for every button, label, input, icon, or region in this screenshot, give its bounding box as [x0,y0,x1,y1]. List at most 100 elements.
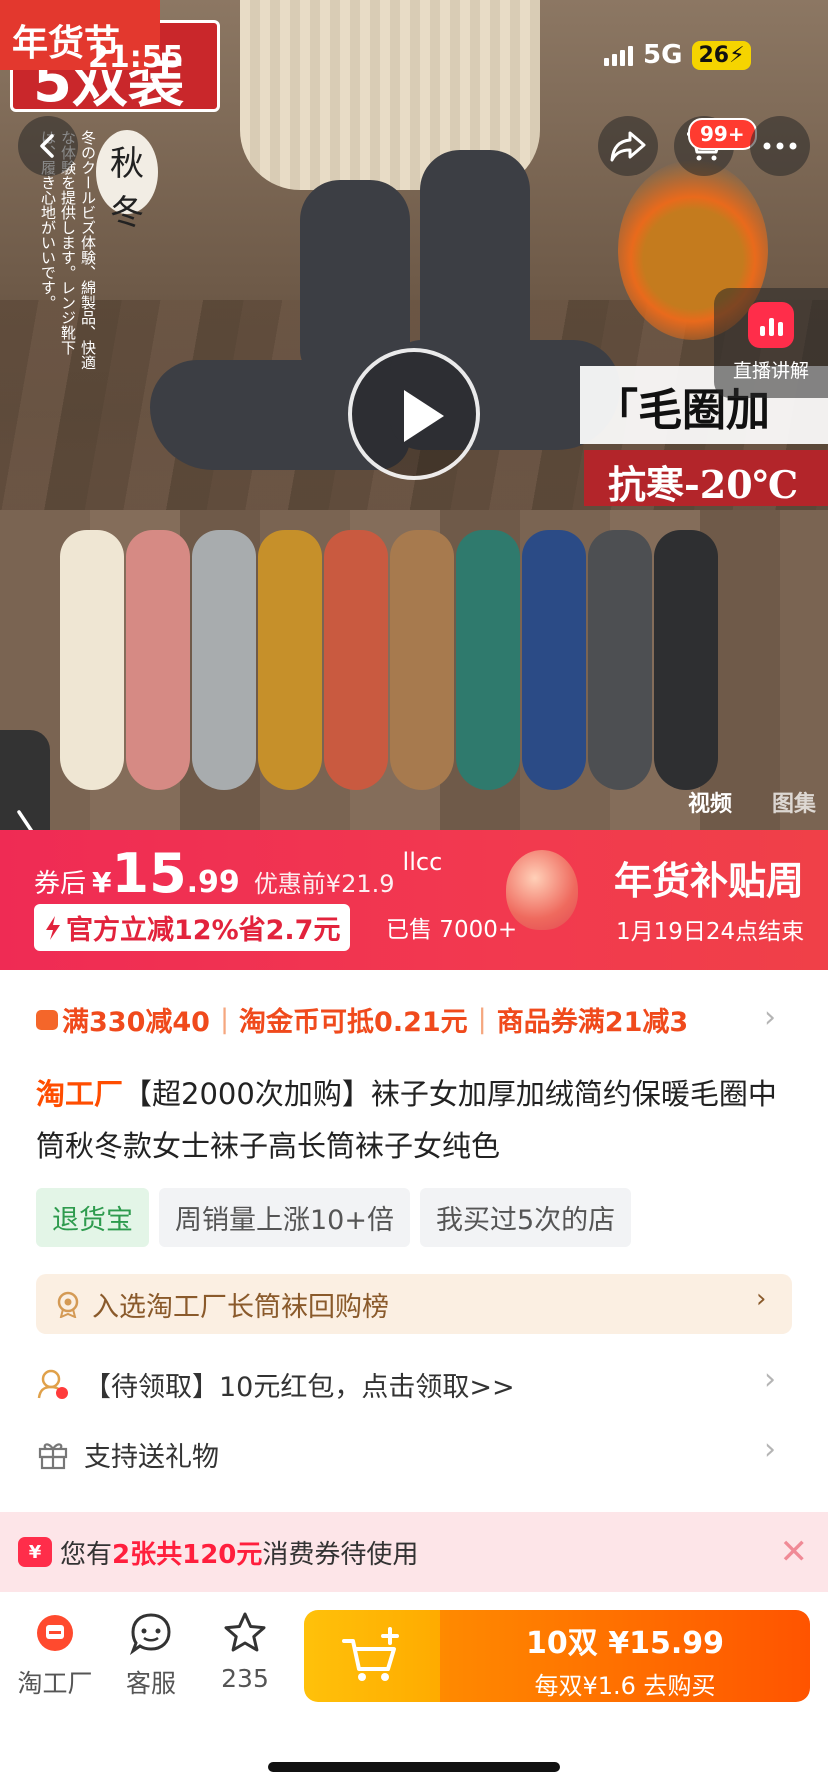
chevron-right-icon: › [756,1284,767,1314]
chevron-right-icon: › [764,1000,776,1035]
title-text: 【超2000次加购】袜子女加厚加绒简约保暖毛圈中筒秋冬款女士袜子高长筒袜子女纯色 [36,1077,777,1163]
chevron-right-icon: › [764,1432,776,1467]
chevron-left-icon [40,134,54,158]
nav-store-label: 淘工厂 [17,1669,93,1698]
gift-icon [36,1437,70,1471]
gift-row[interactable]: 支持送礼物 [36,1430,796,1478]
sock-swatch [324,530,388,790]
season-label: 秋冬 [96,130,158,233]
chevron-right-icon: › [764,1362,776,1397]
overlay-text: llcc [402,848,443,876]
festival-title: 年货补贴周 [614,859,805,903]
status-time: 21:55 [88,40,184,75]
sock-swatch [588,530,652,790]
tag-return-insurance[interactable]: 退货宝 [36,1188,149,1247]
discount-chip: 官方立减12%省2.7元 [34,904,351,951]
sock-swatch [126,530,190,790]
buy-line2: 每双¥1.6 去购买 [534,1672,716,1700]
favorite-count: 235 [221,1664,269,1693]
festival-end: 1月19日24点结束 [616,919,805,945]
product-media[interactable]: 5双装 年货节 冬のクールビズ体験、綿製品、快適な体験を提供します。レンジ靴下は… [0,0,828,830]
battery-level: 26 [698,42,730,68]
buy-now-button[interactable]: 10双 ¥15.99 每双¥1.6 去购买 [440,1610,810,1702]
price-integer: 15 [111,842,187,905]
sock-swatch [390,530,454,790]
media-tabs: 视频 图集 [688,786,816,818]
tab-gallery[interactable]: 图集 [772,786,816,818]
live-icon [748,302,794,348]
red-packet-icon [36,1367,70,1401]
coupon-product: 商品券满21减3 [496,1007,689,1038]
red-packet-row[interactable]: 【待领取】10元红包，点击领取>> [36,1360,796,1408]
home-indicator [268,1762,560,1772]
gift-text: 支持送礼物 [84,1441,219,1473]
coupon-icon [36,1009,58,1030]
red-packet-text: 【待领取】10元红包，点击领取>> [84,1371,515,1403]
sock-swatch [258,530,322,790]
discount-text: 官方立减12%省2.7元 [66,915,341,946]
add-to-cart-button[interactable] [304,1610,440,1702]
sock-colors-row [60,520,740,820]
sock-swatch [60,530,124,790]
medal-icon [57,1291,79,1318]
network-label: 5G [643,40,683,70]
gift-bag-icon [506,850,578,930]
sold-count: 已售 7000+ [386,917,518,943]
price-decimal: .99 [186,865,240,900]
hero-sock-right [420,150,530,370]
product-tags: 退货宝 周销量上涨10+倍 我买过5次的店 [36,1188,632,1247]
nav-favorite[interactable]: 235 [200,1608,290,1693]
product-title: 淘工厂【超2000次加购】袜子女加厚加绒简约保暖毛圈中筒秋冬款女士袜子高长筒袜子… [36,1068,796,1172]
coupon-full-reduce: 满330减40 [62,1007,210,1038]
sock-swatch [654,530,718,790]
bottom-action-bar: 淘工厂 客服 235 10双 ¥15.99 每双¥1.6 去购买 [0,1592,828,1792]
price-band: 券后 ¥ 15 .99 优惠前¥21.9 llcc 官方立减12%省2.7元 已… [0,830,828,970]
more-icon [763,142,797,150]
currency-symbol: ¥ [92,866,112,899]
live-label: 直播讲解 [732,360,809,382]
close-icon[interactable]: ✕ [780,1532,809,1572]
tag-sales-growth[interactable]: 周销量上涨10+倍 [159,1188,410,1247]
share-button[interactable] [598,116,658,176]
tab-video[interactable]: 视频 [688,786,732,818]
play-video-button[interactable] [348,348,480,480]
tag-bought-before[interactable]: 我买过5次的店 [419,1188,632,1247]
sock-swatch [456,530,520,790]
buy-buttons: 10双 ¥15.99 每双¥1.6 去购买 [304,1610,810,1702]
consumer-coupon-toast[interactable]: ¥ 您有 2张共120元 消费券待使用 ✕ [0,1512,828,1592]
star-icon [200,1608,290,1658]
toast-prefix: 您有 [60,1539,113,1570]
title-brand: 淘工厂 [36,1077,124,1111]
back-button[interactable] [18,116,78,176]
coupon-gold-coin: 淘金币可抵0.21元 [239,1007,468,1038]
price-line: 券后 ¥ 15 .99 优惠前¥21.9 llcc [34,842,442,905]
after-coupon-label: 券后 [34,869,87,899]
buy-line1: 10双 ¥15.99 [526,1626,724,1661]
more-button[interactable] [750,116,810,176]
status-indicators: 5G 26⚡ [604,40,751,70]
coupon-ticket-icon: ¥ [18,1537,52,1567]
nav-store[interactable]: 淘工厂 [10,1608,100,1700]
customer-service-icon [106,1608,196,1658]
sock-swatch [192,530,256,790]
sock-swatch [522,530,586,790]
taogongchang-icon [10,1608,100,1658]
nav-customer-service-label: 客服 [125,1669,176,1698]
rank-text: 入选淘工厂长筒袜回购榜 [92,1291,389,1323]
signal-icon [604,44,633,66]
add-cart-icon [342,1627,399,1681]
cart-badge: 99+ [688,118,757,150]
lightning-icon [46,915,60,940]
rank-banner[interactable]: 入选淘工厂长筒袜回购榜 [36,1274,792,1334]
battery-icon: 26⚡ [692,40,751,70]
toast-suffix: 消费券待使用 [262,1539,419,1570]
cold-label: 抗寒-20℃ [584,450,828,507]
live-explain-button[interactable]: 直播讲解 [714,288,828,398]
nav-customer-service[interactable]: 客服 [106,1608,196,1700]
coupon-row[interactable]: 满330减40 | 淘金币可抵0.21元 | 商品券满21减3 [36,1000,796,1039]
original-price: 优惠前¥21.9 [253,870,395,898]
divider: | [219,1004,230,1035]
toast-count: 2张共120元 [112,1539,263,1570]
divider: | [477,1004,487,1035]
share-icon [610,131,646,162]
